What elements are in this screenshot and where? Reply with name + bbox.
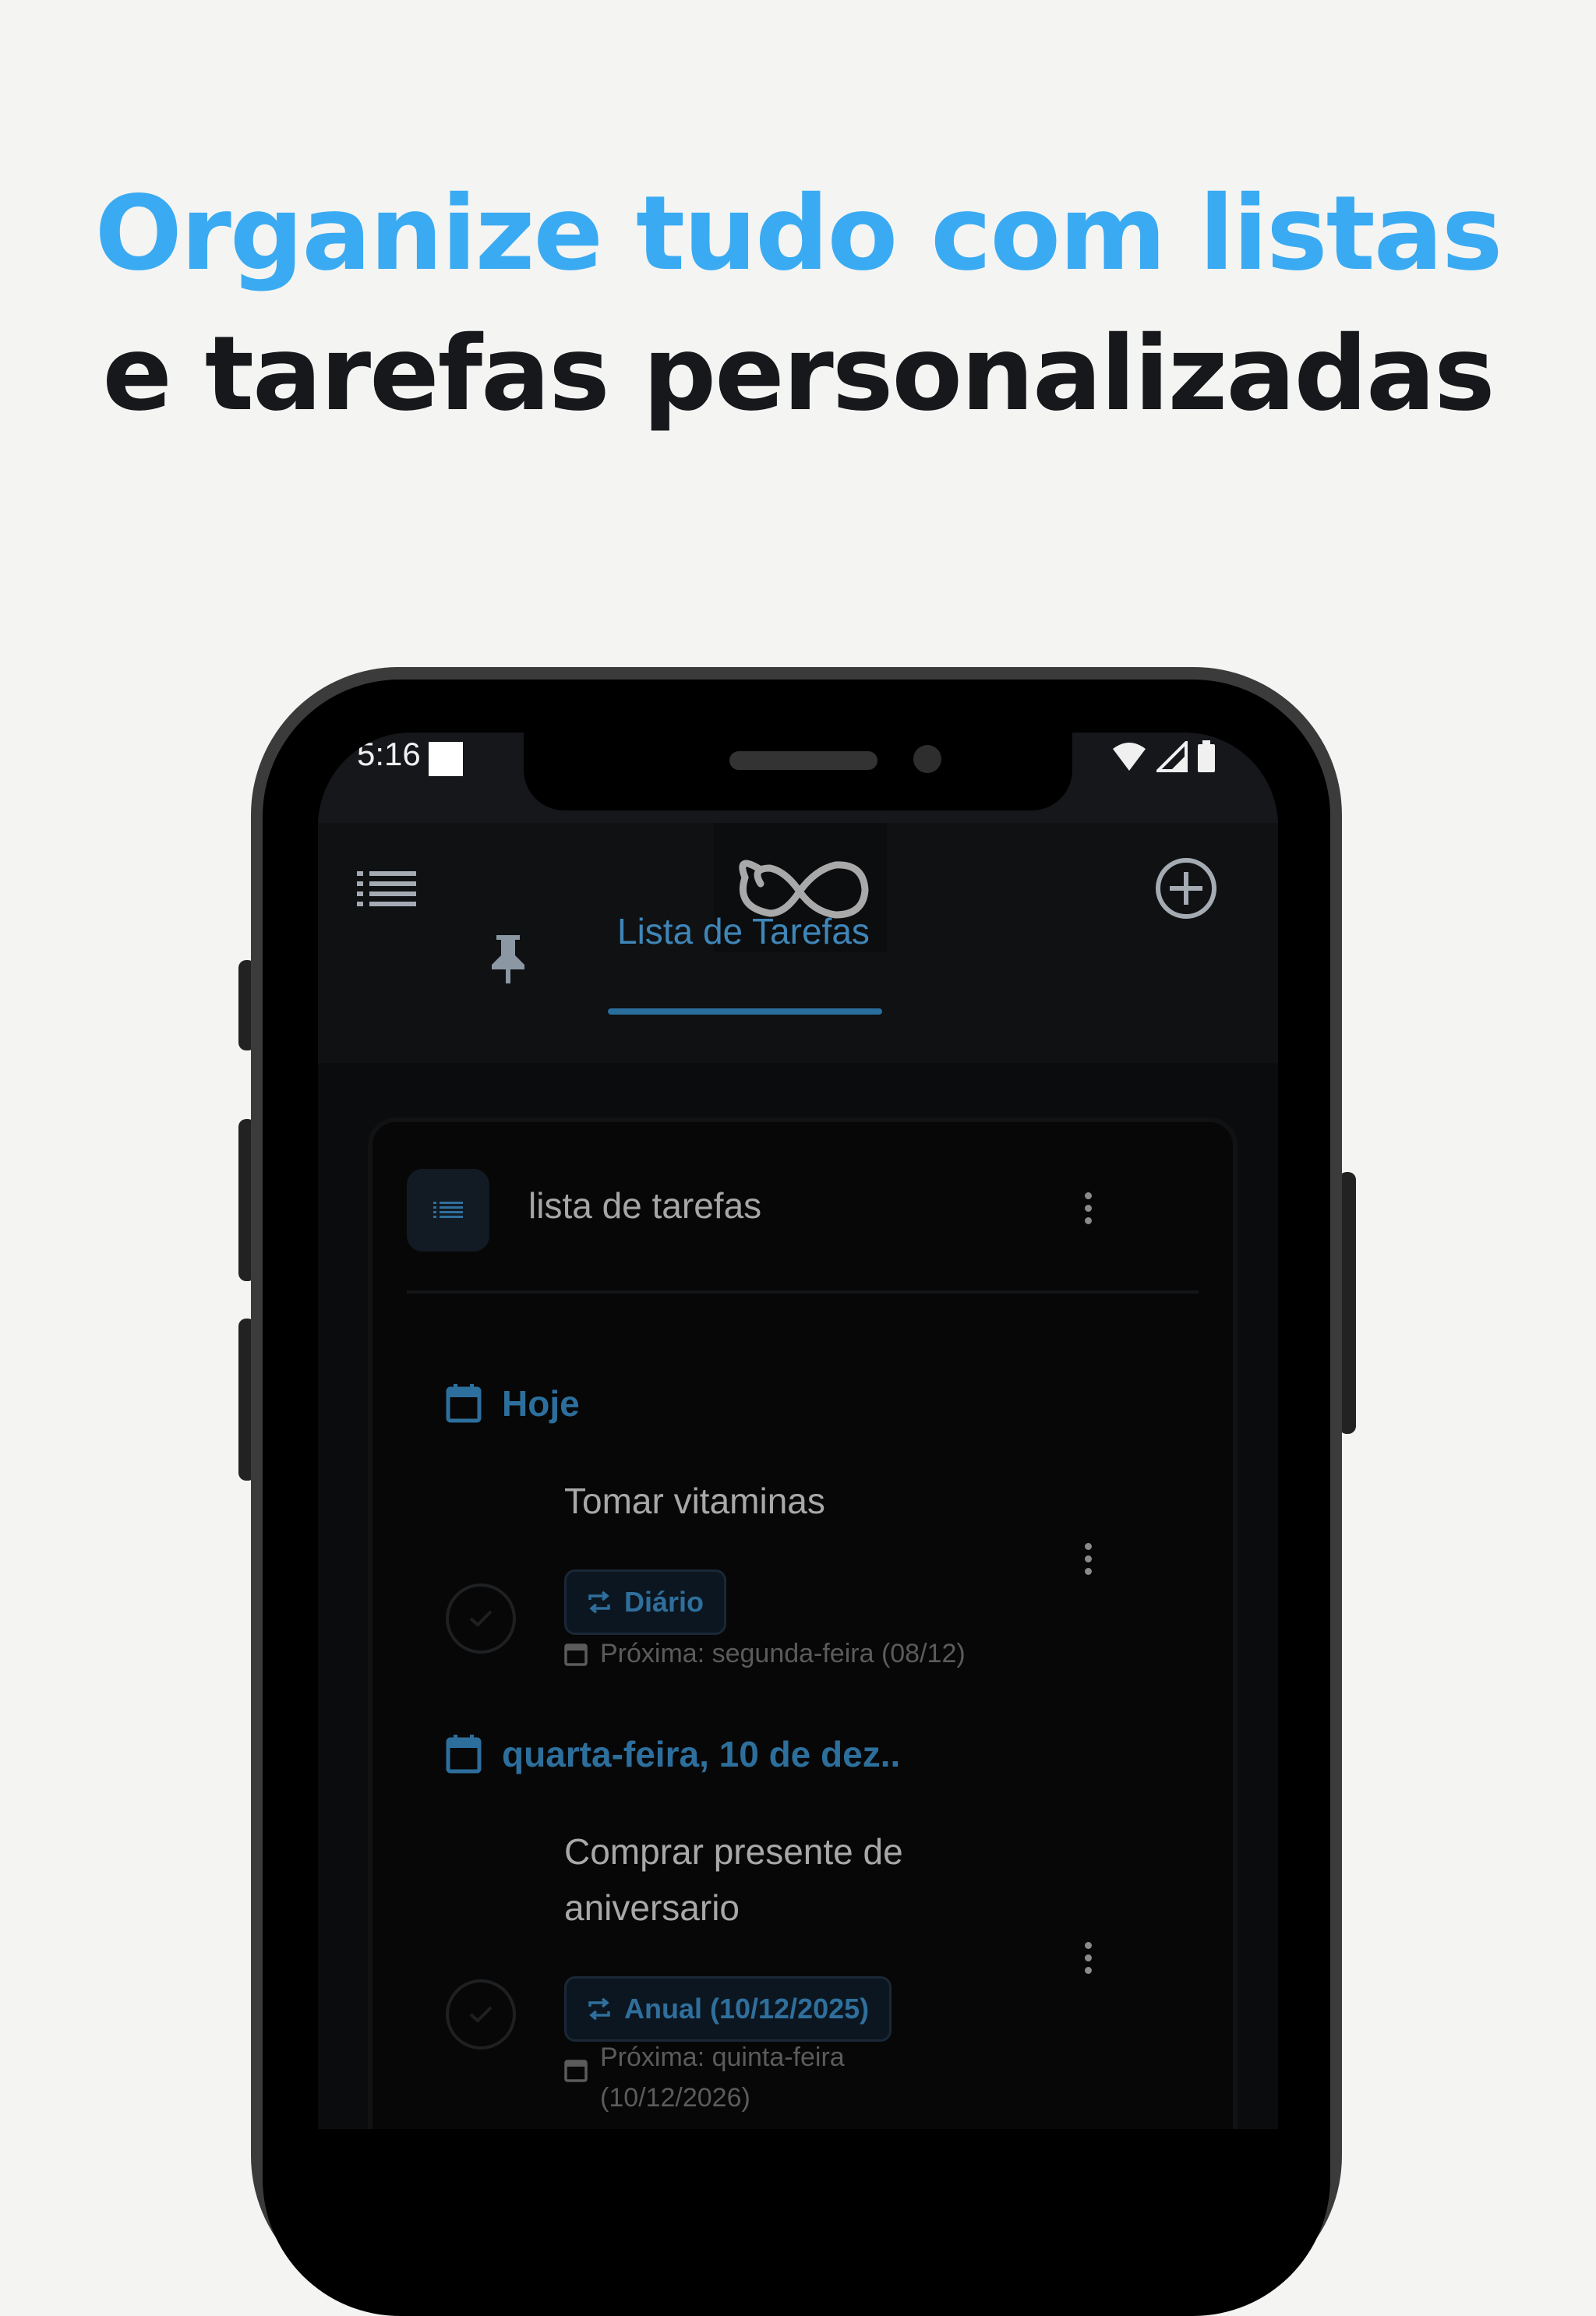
plus-circle-icon	[1156, 858, 1216, 919]
list-menu-icon	[357, 871, 416, 906]
section-heading-label: Hoje	[502, 1383, 580, 1424]
menu-list-button[interactable]	[349, 851, 424, 926]
task-complete-checkbox[interactable]	[446, 1979, 516, 2049]
card-divider	[407, 1290, 1199, 1294]
repeat-icon	[588, 1997, 610, 2021]
section-heading-label: quarta-feira, 10 de dez..	[502, 1734, 901, 1774]
list-title: lista de tarefas	[528, 1185, 762, 1226]
tab-lista-de-tarefas-label: Lista de Tarefas	[617, 911, 870, 951]
notification-square-icon	[429, 742, 463, 776]
pin-icon	[492, 935, 524, 983]
more-vert-icon	[1085, 1942, 1092, 1949]
recurrence-badge-label: Diário	[624, 1586, 704, 1618]
calendar-small-icon	[564, 2060, 588, 2082]
section-heading-hoje: Hoje	[446, 1382, 580, 1425]
task-title: Comprar presente de aniversario	[564, 1823, 903, 1936]
check-icon	[469, 2006, 493, 2023]
task-title-line-2: aniversario	[564, 1887, 740, 1928]
next-occurrence: Próxima: quinta-feira (10/12/2026)	[564, 2037, 845, 2118]
next-occurrence-line-1: Próxima: quinta-feira	[600, 2042, 845, 2072]
task-list-card: lista de tarefas Hoje Tomar vitaminas Di…	[368, 1117, 1238, 2129]
more-vert-icon	[1085, 1192, 1092, 1199]
next-occurrence-line-2: (10/12/2026)	[600, 2083, 750, 2113]
headline-line-1: Organize tudo com listas	[94, 174, 1503, 294]
task-title-line-1: Comprar presente de	[564, 1831, 903, 1872]
tab-pinned[interactable]	[478, 929, 538, 988]
task-title: Tomar vitaminas	[564, 1481, 825, 1521]
add-list-button[interactable]	[1149, 851, 1223, 926]
battery-icon	[1198, 740, 1215, 772]
recurrence-badge: Diário	[564, 1569, 727, 1635]
phone-screen: 5:16 Lista de Tarefas lista de tarefas H…	[318, 733, 1278, 2129]
more-vert-icon	[1085, 1543, 1092, 1550]
task-complete-checkbox[interactable]	[446, 1583, 516, 1654]
status-time: 5:16	[357, 736, 421, 772]
recurrence-badge: Anual (10/12/2025)	[564, 1976, 892, 2042]
list-icon	[433, 1202, 463, 1218]
front-camera	[913, 745, 941, 773]
signal-icon	[1156, 741, 1188, 772]
tab-active-indicator	[608, 1008, 882, 1015]
recurrence-badge-label: Anual (10/12/2025)	[624, 1993, 870, 2025]
headline-line-2: e tarefas personalizadas	[102, 314, 1495, 434]
section-heading-date: quarta-feira, 10 de dez..	[446, 1733, 900, 1775]
phone-notch	[524, 733, 1072, 810]
status-icons	[1111, 740, 1216, 773]
calendar-icon	[446, 1735, 482, 1774]
task-more-options-button[interactable]	[1085, 1942, 1092, 1974]
next-occurrence-text: Próxima: segunda-feira (08/12)	[600, 1639, 966, 1668]
list-icon-chip	[407, 1169, 489, 1252]
calendar-icon	[446, 1384, 482, 1423]
task-more-options-button[interactable]	[1085, 1543, 1092, 1575]
repeat-icon	[588, 1590, 610, 1614]
speaker-grille	[729, 751, 877, 770]
app-bar: Lista de Tarefas	[318, 823, 1278, 1063]
next-occurrence: Próxima: segunda-feira (08/12)	[564, 1633, 966, 1674]
calendar-small-icon	[564, 1643, 588, 1666]
check-icon	[469, 1610, 493, 1627]
wifi-icon	[1113, 743, 1146, 771]
list-more-options-button[interactable]	[1085, 1192, 1092, 1224]
